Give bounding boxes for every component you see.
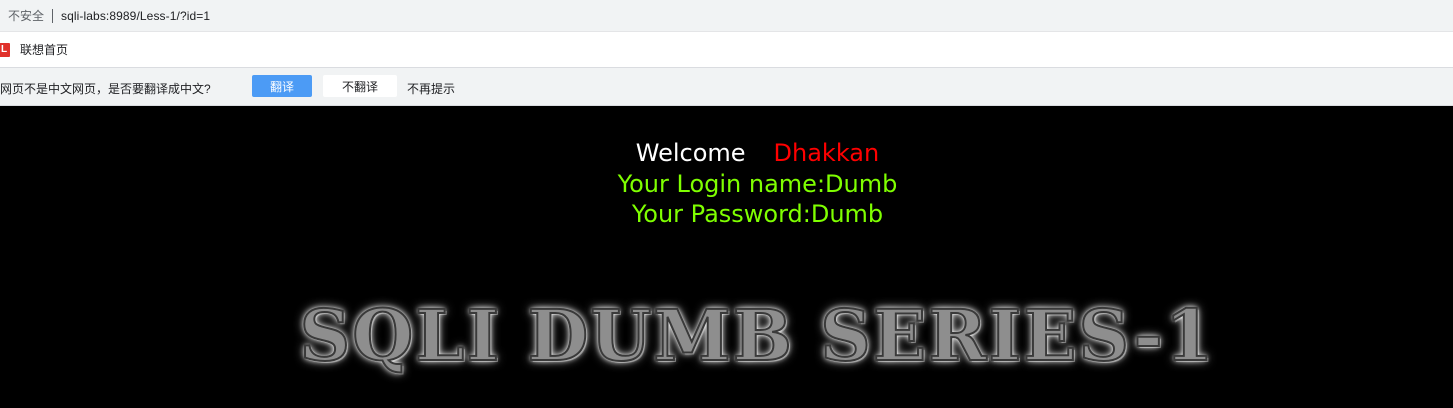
never-ask-link[interactable]: 不再提示 [407, 80, 455, 97]
bookmark-lenovo-home[interactable]: 联想首页 [20, 41, 68, 58]
title-banner: SQLI DUMB SERIES-1 [0, 293, 1453, 378]
url-text[interactable]: sqli-labs:8989/Less-1/?id=1 [61, 9, 210, 23]
security-warning-label[interactable]: 不安全 [0, 7, 44, 24]
password-text: Your Password:Dumb [631, 200, 884, 228]
lenovo-logo-icon: L [0, 42, 10, 57]
welcome-text: Welcome [635, 139, 746, 167]
address-separator [52, 8, 54, 23]
username-text: Dhakkan [773, 139, 880, 167]
bookmarks-bar: L 联想首页 [0, 32, 1453, 68]
address-bar[interactable]: 不安全 sqli-labs:8989/Less-1/?id=1 [0, 0, 1453, 32]
translate-message: 该网页不是中文网页，是否要翻译成中文? [0, 82, 211, 96]
banner-text: SQLI DUMB SERIES-1 [299, 293, 1216, 378]
no-translate-button[interactable]: 不翻译 [323, 75, 397, 97]
translate-button[interactable]: 翻译 [252, 75, 312, 97]
welcome-line: Welcome Dhakkan [0, 138, 1453, 168]
translate-bar: 该网页不是中文网页，是否要翻译成中文? 翻译 不翻译 不再提示 [0, 68, 1453, 106]
login-name-text: Your Login name:Dumb [617, 170, 898, 198]
page-content: Welcome Dhakkan Your Login name:Dumb Your… [0, 106, 1453, 408]
